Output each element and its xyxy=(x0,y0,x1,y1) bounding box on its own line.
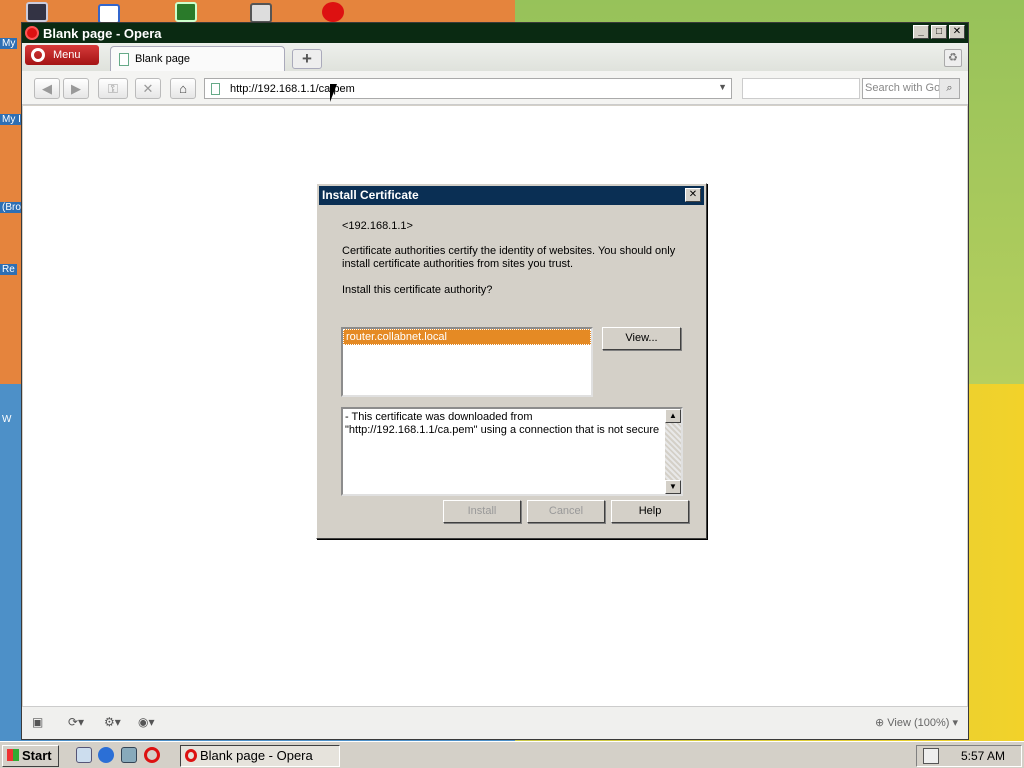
search-input[interactable]: Search with Go ⌕ xyxy=(862,78,960,99)
cancel-button[interactable]: Cancel xyxy=(527,500,605,523)
dialog-titlebar[interactable]: Install Certificate ✕ xyxy=(319,186,704,205)
opera-logo-icon xyxy=(25,26,39,40)
desktop-email-icon[interactable] xyxy=(98,4,120,24)
tab-label: Blank page xyxy=(135,53,191,65)
page-icon xyxy=(211,82,220,95)
details-text: - This certificate was downloaded from "… xyxy=(345,411,660,436)
details-scrollbar[interactable]: ▲ ▼ xyxy=(665,409,681,494)
certificate-list[interactable]: router.collabnet.local xyxy=(341,327,593,397)
dialog-description: Certificate authorities certify the iden… xyxy=(342,245,676,270)
opera-logo-icon xyxy=(31,48,45,62)
search-icon[interactable]: ⌕ xyxy=(939,79,959,98)
desktop-computer-icon[interactable] xyxy=(26,2,48,22)
stop-button[interactable]: ✕ xyxy=(135,78,161,99)
close-button[interactable]: ✕ xyxy=(949,25,965,39)
opera-logo-icon xyxy=(185,749,197,762)
list-item[interactable]: router.collabnet.local xyxy=(343,329,591,345)
desktop-label[interactable]: (Bro xyxy=(0,202,23,213)
desktop-excel-icon[interactable] xyxy=(175,2,197,22)
taskbar-item-opera[interactable]: Blank page - Opera xyxy=(180,745,340,767)
desktop-label[interactable]: Re xyxy=(0,264,17,275)
window-title: Blank page - Opera xyxy=(43,25,162,41)
desktop-opera-icon[interactable] xyxy=(322,2,344,22)
desktop-label[interactable]: My xyxy=(0,38,18,49)
back-button[interactable]: ◀ xyxy=(34,78,60,99)
clock[interactable]: 5:57 AM xyxy=(961,746,1005,766)
internet-explorer-icon[interactable] xyxy=(98,747,114,763)
mouse-cursor xyxy=(330,84,337,102)
zoom-label: View (100%) xyxy=(887,717,950,729)
desktop-label[interactable]: My I xyxy=(0,114,23,125)
address-bar[interactable]: http://192.168.1.1/ca.pem ▼ xyxy=(204,78,732,99)
turbo-icon[interactable]: ◉▾ xyxy=(138,715,155,729)
dialog-question: Install this certificate authority? xyxy=(342,284,493,296)
panel-toggle-icon[interactable]: ▣ xyxy=(32,715,43,729)
taskbar: Start Blank page - Opera 5:57 AM xyxy=(0,741,1024,768)
dialog-close-button[interactable]: ✕ xyxy=(685,188,701,202)
dialog-host: <192.168.1.1> xyxy=(342,220,413,232)
zoom-control[interactable]: ⊕ View (100%) ▾ xyxy=(875,716,958,729)
show-desktop-icon[interactable] xyxy=(76,747,92,763)
opera-menu-button[interactable]: Menu xyxy=(25,45,99,65)
navigation-bar: ◀ ▶ ⚿ ✕ ⌂ http://192.168.1.1/ca.pem ▼ Se… xyxy=(22,71,968,105)
taskbar-item-label: Blank page - Opera xyxy=(200,748,313,763)
maximize-button[interactable]: □ xyxy=(931,25,947,39)
install-certificate-dialog: Install Certificate ✕ <192.168.1.1> Cert… xyxy=(316,183,707,539)
tab-bar: Menu Blank page + ♻ xyxy=(22,43,968,71)
certificate-details-text[interactable]: - This certificate was downloaded from "… xyxy=(341,407,683,496)
home-button[interactable]: ⌂ xyxy=(170,78,196,99)
zoom-icon: ⊕ xyxy=(874,717,885,729)
new-tab-button[interactable]: + xyxy=(292,49,322,69)
desktop-clock-icon[interactable] xyxy=(250,3,272,23)
forward-button[interactable]: ▶ xyxy=(63,78,89,99)
unite-icon[interactable]: ⚙▾ xyxy=(104,715,121,729)
windows-logo-icon xyxy=(7,749,19,761)
view-button[interactable]: View... xyxy=(602,327,681,350)
sync-icon[interactable]: ⟳▾ xyxy=(68,715,84,729)
network-icon[interactable] xyxy=(121,747,137,763)
key-icon[interactable]: ⚿ xyxy=(98,78,128,99)
start-label: Start xyxy=(22,748,52,763)
search-placeholder: Search with Go xyxy=(865,82,941,94)
trash-icon[interactable]: ♻ xyxy=(944,49,962,67)
desktop-label[interactable]: W xyxy=(0,414,13,425)
minimize-button[interactable]: _ xyxy=(913,25,929,39)
network-tray-icon[interactable] xyxy=(923,748,939,764)
dialog-title: Install Certificate xyxy=(322,188,419,202)
install-button[interactable]: Install xyxy=(443,500,521,523)
tab-blank-page[interactable]: Blank page xyxy=(110,46,285,71)
opera-quicklaunch-icon[interactable] xyxy=(144,747,160,763)
window-titlebar[interactable]: Blank page - Opera _ □ ✕ xyxy=(22,23,968,43)
system-tray: 5:57 AM xyxy=(916,745,1022,767)
start-button[interactable]: Start xyxy=(2,745,59,767)
scroll-down-button[interactable]: ▼ xyxy=(665,480,681,494)
page-icon xyxy=(119,52,129,66)
help-button[interactable]: Help xyxy=(611,500,689,523)
status-bar: ▣ ⟳▾ ⚙▾ ◉▾ ⊕ View (100%) ▾ xyxy=(22,706,968,739)
search-engine-area[interactable] xyxy=(742,78,860,99)
menu-label: Menu xyxy=(53,49,81,61)
chevron-down-icon[interactable]: ▼ xyxy=(718,82,727,92)
scroll-up-button[interactable]: ▲ xyxy=(665,409,681,423)
